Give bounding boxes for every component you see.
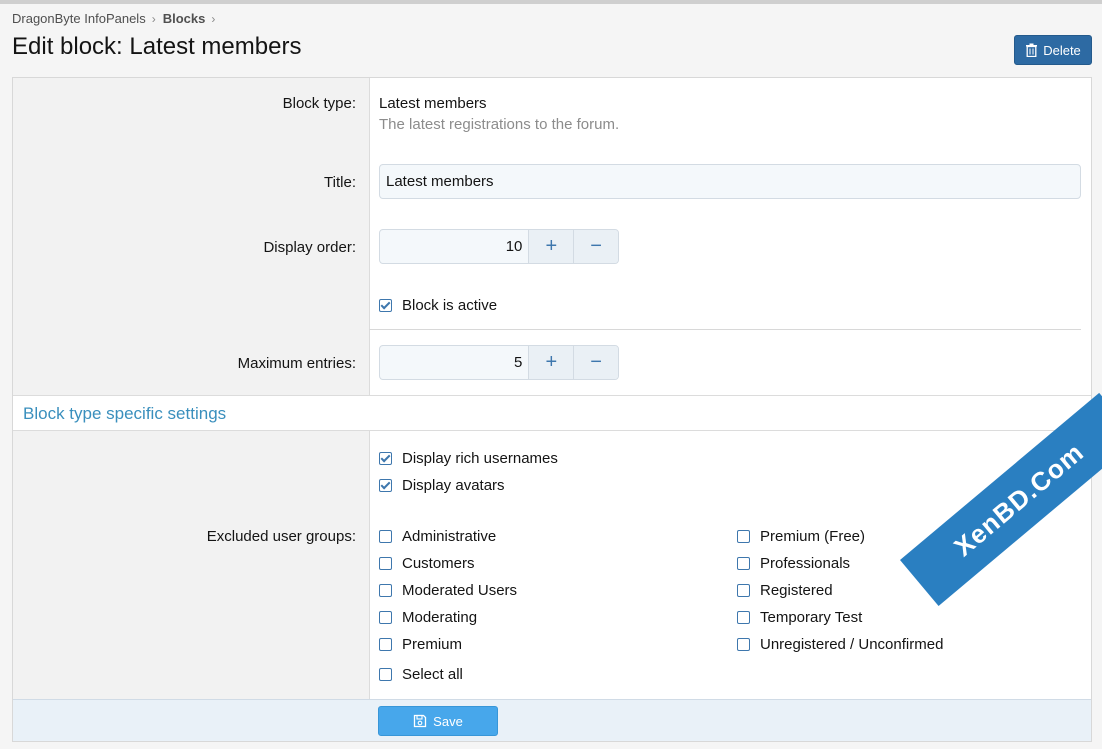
form-label-column	[13, 78, 370, 395]
group-checkbox[interactable]: Unregistered / Unconfirmed	[737, 636, 943, 653]
section-title: Block type specific settings	[23, 404, 227, 423]
edit-block-form: Block type: Latest members The latest re…	[12, 77, 1092, 742]
group-label: Moderated Users	[402, 582, 518, 599]
group-checkbox[interactable]: Administrative	[379, 528, 496, 545]
form-label-column-specific	[13, 431, 370, 699]
checkbox-icon	[379, 584, 392, 597]
block-type-label: Block type:	[282, 95, 356, 112]
block-active-checkbox[interactable]: Block is active	[379, 297, 497, 314]
display-order-input[interactable]: 10	[380, 230, 530, 263]
minus-icon[interactable]: −	[573, 346, 618, 379]
block-active-label: Block is active	[402, 297, 498, 314]
display-order-stepper: 10 + −	[379, 229, 619, 264]
select-all-label: Select all	[402, 666, 463, 683]
group-label: Premium (Free)	[760, 528, 866, 545]
checkbox-checked-icon	[379, 479, 392, 492]
group-checkbox[interactable]: Premium (Free)	[737, 528, 865, 545]
group-label: Customers	[402, 555, 475, 572]
group-label: Unregistered / Unconfirmed	[760, 636, 944, 653]
group-label: Temporary Test	[760, 609, 863, 626]
title-input[interactable]	[379, 164, 1081, 199]
max-entries-input[interactable]: 5	[380, 346, 530, 379]
group-label: Premium	[402, 636, 463, 653]
group-checkbox[interactable]: Registered	[737, 582, 833, 599]
save-button-label: Save	[433, 713, 463, 729]
chevron-right-icon: ›	[151, 11, 156, 26]
form-footer: Save	[13, 699, 1091, 741]
title-label: Title:	[324, 174, 356, 191]
checkbox-icon	[379, 530, 392, 543]
checkbox-icon	[737, 611, 750, 624]
checkbox-icon	[737, 557, 750, 570]
trash-icon	[1026, 43, 1038, 57]
delete-button[interactable]: Delete	[1014, 35, 1092, 65]
display-order-label: Display order:	[263, 239, 356, 256]
group-checkbox[interactable]: Temporary Test	[737, 609, 862, 626]
chevron-right-icon: ›	[211, 11, 216, 26]
group-label: Administrative	[402, 528, 497, 545]
checkbox-icon	[379, 638, 392, 651]
max-entries-label: Maximum entries:	[237, 355, 356, 372]
group-label: Professionals	[760, 555, 851, 572]
rich-usernames-label: Display rich usernames	[402, 450, 558, 467]
block-type-value: Latest members	[379, 95, 487, 112]
rich-usernames-checkbox[interactable]: Display rich usernames	[379, 450, 558, 467]
plus-icon[interactable]: +	[529, 346, 574, 379]
page-title: Edit block: Latest members	[12, 33, 302, 60]
checkbox-checked-icon	[379, 299, 392, 312]
divider	[369, 329, 1081, 330]
checkbox-icon	[379, 557, 392, 570]
window-top-bar	[0, 0, 1102, 4]
group-checkbox[interactable]: Moderated Users	[379, 582, 517, 599]
group-checkbox[interactable]: Moderating	[379, 609, 477, 626]
save-icon	[414, 714, 427, 728]
plus-icon[interactable]: +	[529, 230, 574, 263]
select-all-checkbox[interactable]: Select all	[379, 666, 463, 683]
excluded-groups-label: Excluded user groups:	[206, 528, 356, 545]
group-checkbox[interactable]: Professionals	[737, 555, 850, 572]
minus-icon[interactable]: −	[573, 230, 618, 263]
group-label: Moderating	[402, 609, 478, 626]
checkbox-icon	[737, 530, 750, 543]
checkbox-icon	[737, 584, 750, 597]
group-checkbox[interactable]: Customers	[379, 555, 475, 572]
save-button[interactable]: Save	[378, 706, 498, 736]
block-type-description: The latest registrations to the forum.	[379, 116, 620, 133]
avatars-checkbox[interactable]: Display avatars	[379, 477, 505, 494]
breadcrumb-link-infopanels[interactable]: DragonByte InfoPanels	[12, 11, 146, 26]
checkbox-icon	[379, 668, 392, 681]
breadcrumb-link-blocks[interactable]: Blocks	[163, 11, 206, 26]
delete-button-label: Delete	[1043, 42, 1081, 58]
checkbox-icon	[737, 638, 750, 651]
checkbox-checked-icon	[379, 452, 392, 465]
checkbox-icon	[379, 611, 392, 624]
section-header: Block type specific settings	[13, 395, 1091, 431]
breadcrumb: DragonByte InfoPanels › Blocks ›	[12, 11, 222, 26]
max-entries-stepper: 5 + −	[379, 345, 619, 380]
avatars-label: Display avatars	[402, 477, 505, 494]
group-label: Registered	[760, 582, 833, 599]
group-checkbox[interactable]: Premium	[379, 636, 462, 653]
